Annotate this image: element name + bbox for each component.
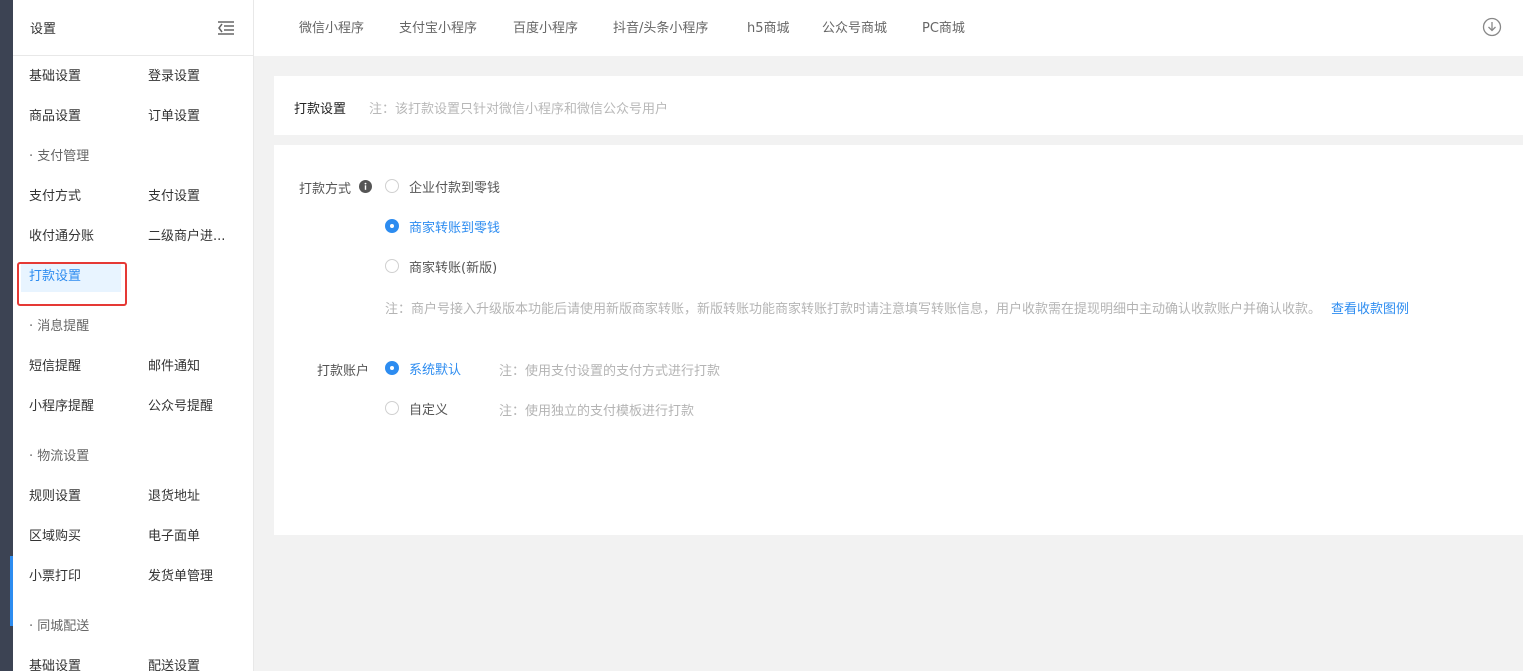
sidebar-item-product-settings[interactable]: 商品设置 — [29, 102, 129, 132]
payout-method-note: 注：商户号接入升级版本功能后请使用新版商家转账，新版转账功能商家转账打款时请注意… — [385, 298, 1409, 317]
sidebar-row: 商品设置 订单设置 — [13, 102, 253, 132]
sidebar-item-payout-settings[interactable]: 打款设置 — [21, 262, 121, 292]
radio-label: 自定义 — [409, 402, 449, 418]
sidebar-row: 规则设置 退货地址 — [13, 482, 253, 512]
sidebar-item-delivery-settings[interactable]: 配送设置 — [148, 652, 236, 671]
radio-merchant-transfer-new[interactable]: 商家转账(新版) — [385, 256, 497, 276]
sidebar-item-payment-methods[interactable]: 支付方式 — [29, 182, 129, 212]
app-left-strip — [0, 0, 13, 671]
sidebar-row: 小程序提醒 公众号提醒 — [13, 392, 253, 422]
menu-fold-icon[interactable] — [217, 19, 235, 37]
sidebar-row: 打款设置 — [13, 262, 253, 292]
sidebar-group-local-delivery: · 同城配送 — [29, 619, 90, 634]
sidebar-item-sms-alerts[interactable]: 短信提醒 — [29, 352, 129, 382]
radio-custom[interactable]: 自定义 — [385, 398, 448, 418]
sidebar-item-payment-settings[interactable]: 支付设置 — [148, 182, 236, 212]
radio-label: 商家转账到零钱 — [409, 220, 501, 236]
radio-label: 企业付款到零钱 — [409, 180, 501, 196]
tab-douyin-miniapp[interactable]: 抖音/头条小程序 — [613, 17, 708, 36]
sidebar-row: 基础设置 配送设置 — [13, 652, 253, 671]
sidebar-item-miniapp-alerts[interactable]: 小程序提醒 — [29, 392, 129, 422]
tab-baidu-miniapp[interactable]: 百度小程序 — [513, 17, 578, 36]
sidebar-item-region-purchase[interactable]: 区域购买 — [29, 522, 129, 552]
sidebar-row: 小票打印 发货单管理 — [13, 562, 253, 592]
tab-pc-mall[interactable]: PC商城 — [922, 17, 965, 36]
radio-indicator[interactable] — [385, 259, 399, 273]
sidebar-item-email-notify[interactable]: 邮件通知 — [148, 352, 236, 382]
page-note: 注：该打款设置只针对微信小程序和微信公众号用户 — [369, 102, 669, 117]
radio-merchant-transfer[interactable]: 商家转账到零钱 — [385, 216, 500, 236]
info-icon[interactable] — [359, 180, 372, 193]
radio-enterprise-payment[interactable]: 企业付款到零钱 — [385, 176, 500, 196]
sidebar-group-payment: · 支付管理 — [29, 149, 90, 164]
sidebar-item-login-settings[interactable]: 登录设置 — [148, 62, 236, 92]
system-default-note: 注：使用支付设置的支付方式进行打款 — [499, 364, 721, 379]
sidebar-item-split-account[interactable]: 收付通分账 — [29, 222, 129, 252]
page-title: 打款设置 — [294, 102, 347, 117]
tab-official-account-mall[interactable]: 公众号商城 — [822, 17, 887, 36]
custom-note: 注：使用独立的支付模板进行打款 — [499, 404, 695, 419]
sidebar-row: 短信提醒 邮件通知 — [13, 352, 253, 382]
sidebar-group-notifications: · 消息提醒 — [29, 319, 90, 334]
radio-label: 系统默认 — [409, 362, 462, 378]
section-header: 打款设置 注：该打款设置只针对微信小程序和微信公众号用户 — [274, 76, 1523, 135]
payout-method-label: 打款方式 — [299, 182, 352, 197]
radio-label: 商家转账(新版) — [409, 260, 498, 276]
tab-alipay-miniapp[interactable]: 支付宝小程序 — [399, 17, 477, 36]
sidebar-header: 设置 — [13, 0, 253, 56]
radio-indicator[interactable] — [385, 179, 399, 193]
sidebar-item-order-settings[interactable]: 订单设置 — [148, 102, 236, 132]
sidebar-group-logistics: · 物流设置 — [29, 449, 90, 464]
view-receipt-example-link[interactable]: 查看收款图例 — [1331, 302, 1409, 317]
radio-indicator[interactable] — [385, 401, 399, 415]
sidebar-item-official-account-alerts[interactable]: 公众号提醒 — [148, 392, 236, 422]
radio-indicator[interactable] — [385, 219, 399, 233]
sidebar-row: 区域购买 电子面单 — [13, 522, 253, 552]
download-circle-icon[interactable] — [1482, 17, 1502, 37]
radio-indicator[interactable] — [385, 361, 399, 375]
sidebar-item-receipt-print[interactable]: 小票打印 — [29, 562, 129, 592]
sidebar-item-e-waybill[interactable]: 电子面单 — [148, 522, 236, 552]
sidebar-row: 收付通分账 二级商户进... — [13, 222, 253, 252]
payout-account-label: 打款账户 — [317, 364, 370, 379]
sidebar-item-sub-merchant[interactable]: 二级商户进... — [148, 222, 236, 252]
tab-wechat-miniapp[interactable]: 微信小程序 — [299, 17, 364, 36]
sidebar-item-rule-settings[interactable]: 规则设置 — [29, 482, 129, 512]
method-note-text: 注：商户号接入升级版本功能后请使用新版商家转账，新版转账功能商家转账打款时请注意… — [385, 302, 1322, 317]
platform-tabs: 微信小程序 支付宝小程序 百度小程序 抖音/头条小程序 h5商城 公众号商城 P… — [254, 0, 1523, 56]
radio-system-default[interactable]: 系统默认 — [385, 358, 461, 378]
sidebar-item-basic-settings[interactable]: 基础设置 — [29, 62, 129, 92]
sidebar-item-return-address[interactable]: 退货地址 — [148, 482, 236, 512]
sidebar-row: 基础设置 登录设置 — [13, 62, 253, 92]
sidebar-title: 设置 — [30, 22, 57, 37]
payout-form: 打款方式 企业付款到零钱 商家转账到零钱 商家转账(新版) 注：商户号接入升级版… — [274, 145, 1523, 535]
settings-sidebar: 设置 基础设置 登录设置 商品设置 订单设置 · 支付管理 支付方式 支付设置 … — [13, 0, 254, 671]
sidebar-item-delivery-basic[interactable]: 基础设置 — [29, 652, 129, 671]
sidebar-row: 支付方式 支付设置 — [13, 182, 253, 212]
sidebar-item-shipping-doc[interactable]: 发货单管理 — [148, 562, 236, 592]
tab-h5-mall[interactable]: h5商城 — [747, 17, 790, 36]
